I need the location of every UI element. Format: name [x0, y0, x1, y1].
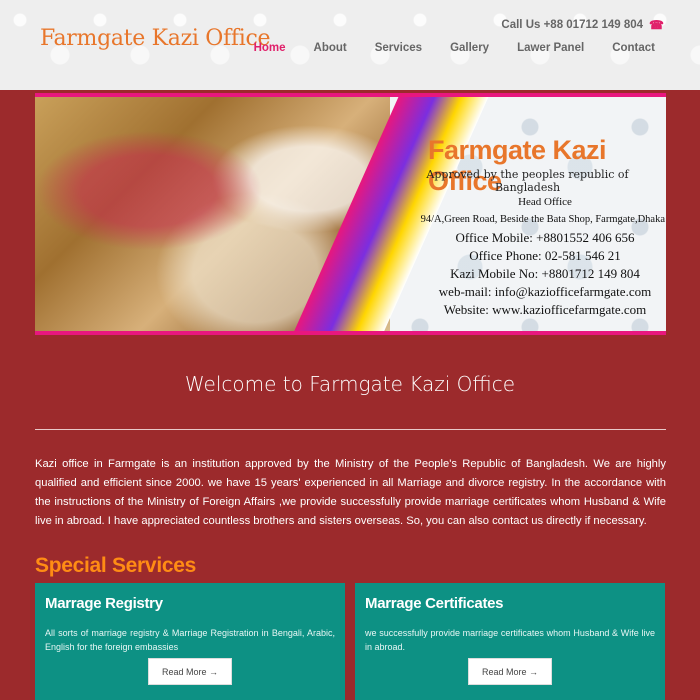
call-us-text: Call Us +88 01712 149 804 [501, 19, 644, 31]
service-card-text: we successfully provide marriage certifi… [365, 628, 655, 652]
nav-home[interactable]: Home [254, 42, 286, 54]
nav-about[interactable]: About [314, 42, 347, 54]
banner-line-email: web-mail: info@kaziofficefarmgate.com [438, 284, 652, 299]
banner-line-address: 94/A,Green Road, Beside the Bata Shop, F… [420, 214, 665, 225]
nav-gallery[interactable]: Gallery [450, 42, 489, 54]
banner-inner: Farmgate Kazi Office Approved by the peo… [35, 97, 666, 331]
banner-line-website: Website: www.kaziofficefarmgate.com [443, 302, 647, 317]
banner-contact-info: Head Office 94/A,Green Road, Beside the … [395, 193, 665, 319]
main-nav: Home About Services Gallery Lawer Panel … [226, 42, 655, 54]
nav-services[interactable]: Services [375, 42, 422, 54]
nav-lawer-panel[interactable]: Lawer Panel [517, 42, 584, 54]
banner-line-head-office: Head Office [518, 196, 572, 208]
divider [35, 429, 666, 430]
service-card-registry: Marrage Registry All sorts of marriage r… [35, 583, 345, 700]
service-card-text: All sorts of marriage registry & Marriag… [45, 628, 335, 652]
site-header: Farmgate Kazi Office Call Us +88 01712 1… [0, 0, 700, 90]
service-card-title: Marrage Certificates [365, 595, 504, 612]
banner-line-kazi-mobile: Kazi Mobile No: +8801712 149 804 [450, 266, 640, 281]
intro-text: Kazi office in Farmgate is an institutio… [35, 458, 666, 527]
banner-line-office-phone: Office Phone: 02-581 546 21 [469, 248, 621, 263]
call-us: Call Us +88 01712 149 804 ☎ [501, 18, 664, 32]
welcome-title: Welcome to Farmgate Kazi Office [184, 372, 516, 396]
phone-icon: ☎ [649, 18, 664, 32]
banner-subtitle: Approved by the peoples republic of Bang… [426, 168, 629, 194]
read-more-button[interactable]: Read More → [148, 658, 232, 685]
hero-banner: Farmgate Kazi Office Approved by the peo… [35, 93, 666, 335]
service-card-title: Marrage Registry [45, 595, 163, 612]
nav-contact[interactable]: Contact [612, 42, 655, 54]
service-card-certificates: Marrage Certificates we successfully pro… [355, 583, 665, 700]
special-services-heading: Special Services [35, 554, 196, 577]
read-more-button[interactable]: Read More → [468, 658, 552, 685]
banner-line-office-mobile: Office Mobile: +8801552 406 656 [455, 230, 635, 245]
